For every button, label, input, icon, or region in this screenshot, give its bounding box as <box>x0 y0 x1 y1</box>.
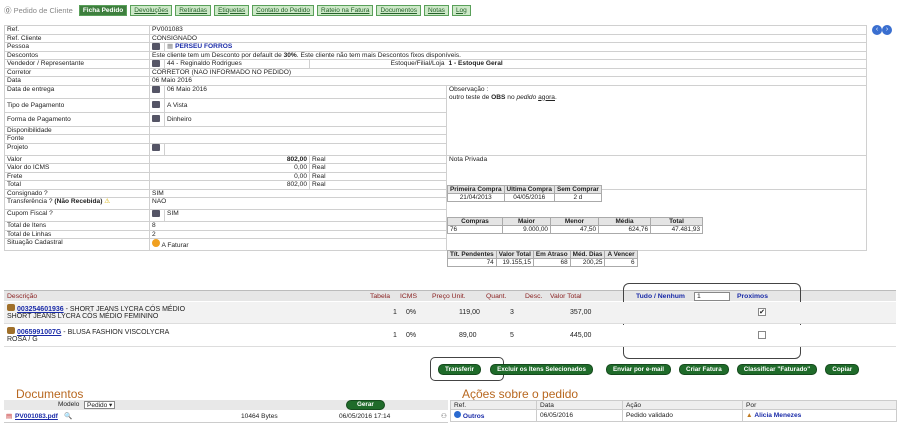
enviar-email-button[interactable]: Enviar por e-mail <box>605 364 672 375</box>
tab-ficha-pedido[interactable]: Ficha Pedido <box>78 4 128 16</box>
item-checkbox[interactable] <box>758 331 766 339</box>
acoes-table: Ref. Data Ação Por Outros 06/05/2016 Pedido v… <box>450 400 897 422</box>
pdf-icon: ▤ <box>6 413 13 420</box>
action-buttons: Transferir Excluir os Itens Selecionados… <box>438 364 860 375</box>
criar-fatura-button[interactable]: Criar Fatura <box>679 364 729 375</box>
preview-icon[interactable]: 🔍 <box>64 411 72 423</box>
edit-projeto-icon[interactable] <box>152 144 160 151</box>
copiar-button[interactable]: Copiar <box>825 364 860 375</box>
purchase-history-table: Primeira Compra Ultima Compra Sem Comprar … <box>447 185 602 202</box>
edit-vendedor-icon[interactable] <box>152 60 160 67</box>
gerar-button[interactable]: Gerar <box>346 400 385 410</box>
table-row: 0065991007G - BLUSA FASHION VISCOLYCRA R… <box>4 325 896 347</box>
tab-log[interactable]: Log <box>451 4 471 16</box>
ref-cliente: CONSIGNADO <box>148 33 868 43</box>
nav-arrows: ‹ › <box>872 25 892 35</box>
product-icon <box>7 327 15 334</box>
tab-etiquetas[interactable]: Etiquetas <box>214 4 250 16</box>
app-logo-icon: ⓪ <box>4 5 12 15</box>
tab-contato-do-pedido[interactable]: Contato do Pedido <box>252 4 315 16</box>
edit-pessoa-icon[interactable] <box>152 43 160 50</box>
acoes-title: Ações sobre o pedido <box>462 387 579 401</box>
tab-bar: ⓪ Pedido de Cliente Ficha Pedido Devoluç… <box>4 3 471 17</box>
item-checkbox[interactable]: ✔ <box>758 308 766 316</box>
order-details-table: Ref. PV001083 Ref. Cliente CONSIGNADO Pess… <box>4 25 868 251</box>
pending-titles-table: Tít. Pendentes Valor Total Em Atraso Méd. D… <box>447 250 638 267</box>
tab-rateio-na-fatura[interactable]: Rateio na Fatura <box>317 4 374 16</box>
globe-icon <box>454 411 461 418</box>
edit-entrega-icon[interactable] <box>152 86 160 93</box>
tab-devolucoes[interactable]: Devoluções <box>130 4 173 16</box>
pessoa-link[interactable]: PERSEU FORROS <box>175 43 232 50</box>
edit-cupom-icon[interactable] <box>152 210 160 217</box>
status-icon <box>152 239 160 247</box>
excluir-itens-button[interactable]: Excluir os Itens Selecionados <box>490 364 593 375</box>
user-icon: ⚇ <box>441 413 447 420</box>
edit-forma-pagamento-icon[interactable] <box>152 115 160 123</box>
next-arrow-icon[interactable]: › <box>882 25 892 35</box>
tab-notas[interactable]: Notas <box>423 4 449 16</box>
edit-tipo-pagamento-icon[interactable] <box>152 101 160 109</box>
document-row: ▤ PV001083.pdf 🔍 10464 Bytes 06/05/2016 … <box>4 411 448 423</box>
documentos-title: Documentos <box>16 387 84 401</box>
purchase-stats-table: Compras Maior Menor Média Total 76 9.000,00 47… <box>447 217 703 234</box>
tab-retiradas[interactable]: Retiradas <box>175 4 212 16</box>
modelo-select[interactable]: Pedido ▾ <box>84 401 116 409</box>
documentos-toolbar: Modelo Pedido ▾ Gerar <box>4 400 448 410</box>
order-ref: PV001083 <box>148 25 868 35</box>
tab-documentos[interactable]: Documentos <box>376 4 421 16</box>
classificar-faturado-button[interactable]: Classificar "Faturado" <box>736 364 818 375</box>
prev-arrow-icon[interactable]: ‹ <box>872 25 882 35</box>
company-icon: ▦ <box>167 43 174 50</box>
warning-icon: ⚠ <box>104 198 111 206</box>
user-avatar-icon: ▲ <box>746 412 753 419</box>
transferir-button[interactable]: Transferir <box>438 364 482 375</box>
product-icon <box>7 304 15 311</box>
document-link[interactable]: PV001083.pdf <box>15 411 58 423</box>
table-row: 003254601936 - SHORT JEANS LYCRA CÓS MÉD… <box>4 302 896 324</box>
app-title: ⓪ Pedido de Cliente <box>4 5 73 15</box>
